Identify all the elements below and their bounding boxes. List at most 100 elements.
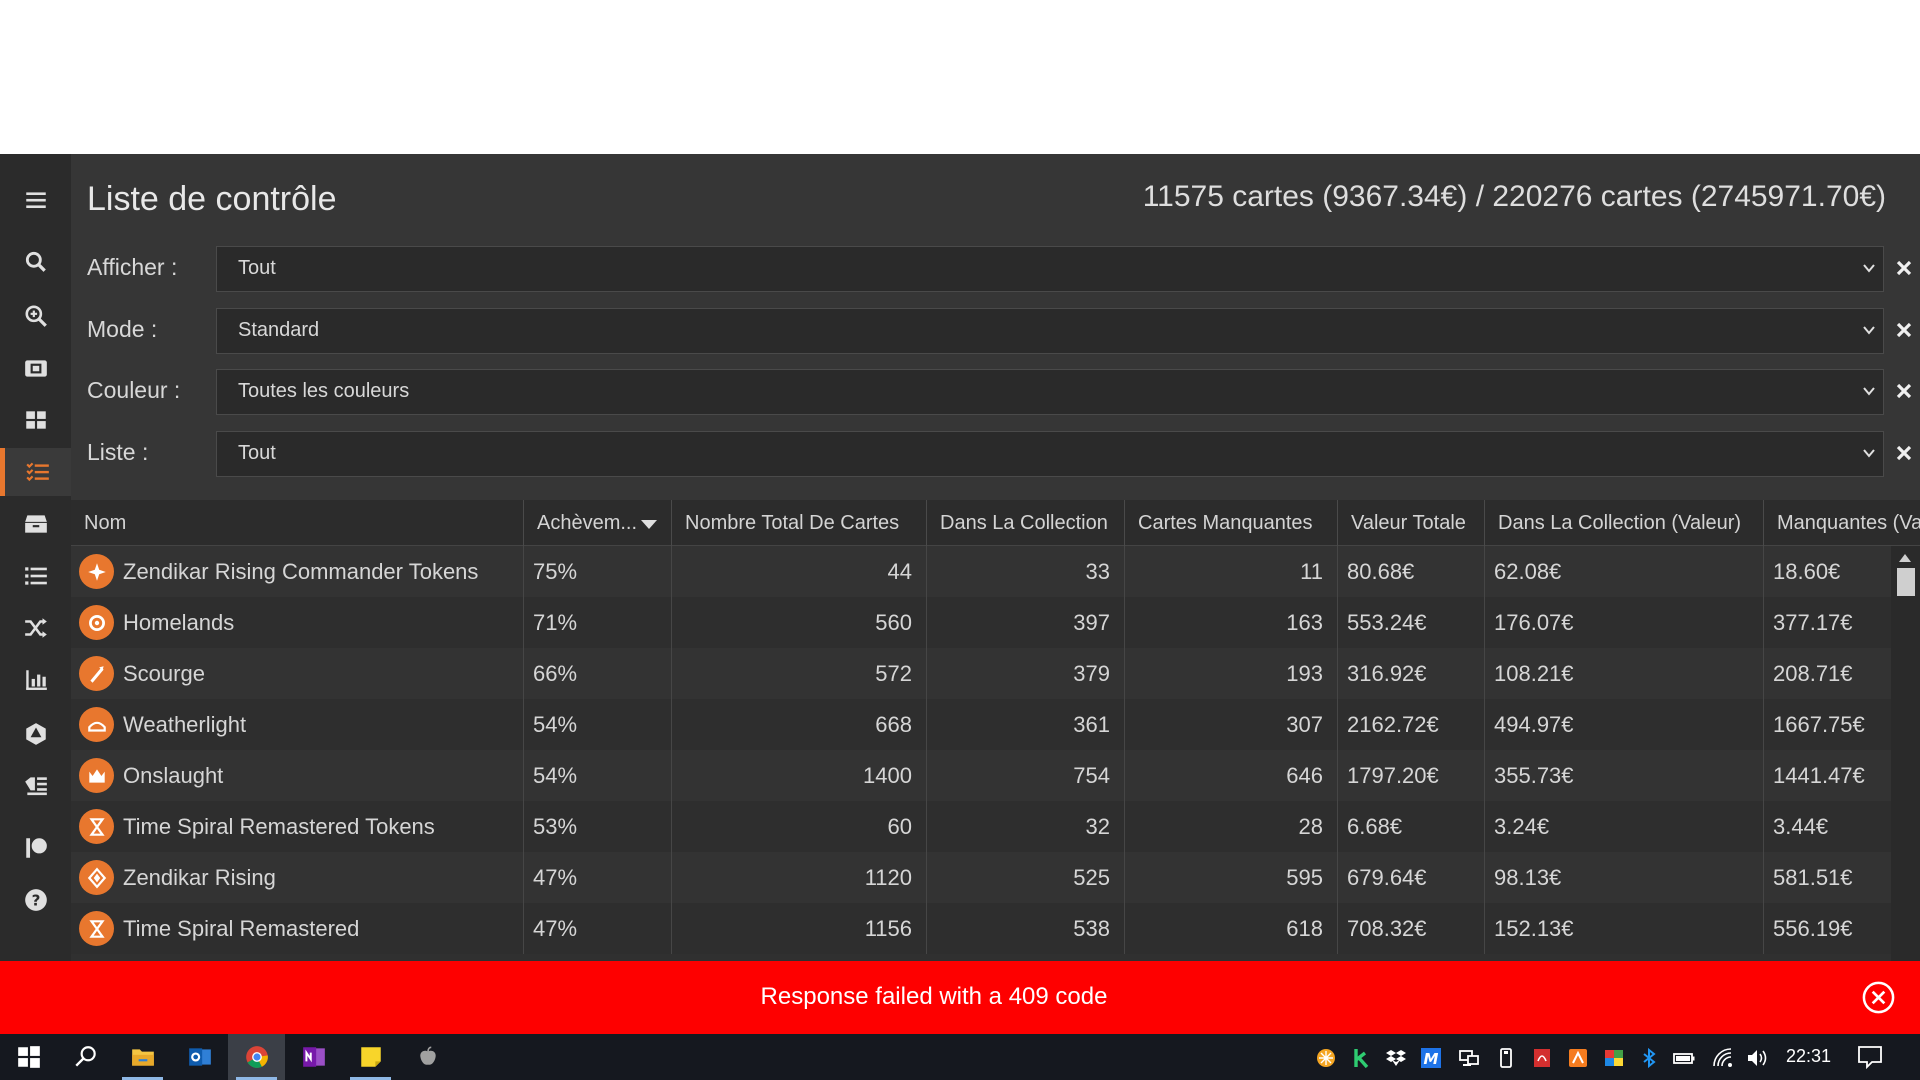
column-header-nom[interactable]: Nom: [71, 500, 524, 546]
total-value-cell: 2162.72€: [1338, 699, 1485, 750]
sidebar-item-search[interactable]: [0, 238, 71, 286]
clear-mode-button[interactable]: [1892, 318, 1916, 342]
missing-value-cell: 556.19€: [1773, 916, 1853, 941]
sidebar-item-prices[interactable]: [0, 762, 71, 810]
table-row[interactable]: Time Spiral Remastered 47% 1156 538 618 …: [71, 903, 1891, 954]
dropbox-icon[interactable]: [1385, 1047, 1407, 1069]
missing-cell: 307: [1125, 699, 1338, 750]
in-collection-cell: 538: [927, 903, 1125, 954]
column-header-missing-value[interactable]: Manquantes (Val: [1764, 500, 1920, 546]
usb-drive-icon[interactable]: [1495, 1047, 1517, 1069]
sidebar-item-shuffle[interactable]: [0, 604, 71, 652]
sidebar-item-statistics[interactable]: [0, 656, 71, 704]
menu-button[interactable]: [0, 176, 71, 224]
missing-value-cell: 377.17€: [1773, 610, 1853, 635]
orange-app-icon[interactable]: [1567, 1047, 1589, 1069]
pdf-app-icon[interactable]: [1531, 1047, 1553, 1069]
table-row[interactable]: Zendikar Rising Commander Tokens 75% 44 …: [71, 546, 1891, 597]
table-row[interactable]: Time Spiral Remastered Tokens 53% 60 32 …: [71, 801, 1891, 852]
total-cards-cell: 1120: [672, 852, 927, 903]
set-symbol-icon: [79, 554, 114, 589]
taskbar-search-button[interactable]: [57, 1034, 114, 1080]
bluetooth-icon[interactable]: [1638, 1047, 1660, 1069]
battery-icon[interactable]: [1673, 1047, 1695, 1069]
scrollbar-thumb[interactable]: [1897, 568, 1915, 596]
missing-cell: 28: [1125, 801, 1338, 852]
taskbar-file-explorer[interactable]: [114, 1034, 171, 1080]
column-header-completion[interactable]: Achèvem...: [524, 500, 672, 546]
sidebar-item-boxes[interactable]: [0, 500, 71, 548]
column-header-collection-value[interactable]: Dans La Collection (Valeur): [1485, 500, 1764, 546]
taskbar-app[interactable]: [399, 1034, 456, 1080]
sidebar-item-dice[interactable]: [0, 710, 71, 758]
clear-couleur-button[interactable]: [1892, 379, 1916, 403]
filter-value: Toutes les couleurs: [238, 380, 410, 402]
completion-cell: 54%: [524, 750, 672, 801]
missing-value-cell: 1441.47€: [1773, 763, 1865, 788]
notification-center-icon[interactable]: [1856, 1044, 1884, 1070]
help-icon: ?: [24, 889, 47, 911]
close-icon: [1896, 260, 1912, 276]
column-header-missing[interactable]: Cartes Manquantes: [1125, 500, 1338, 546]
sidebar-item-help[interactable]: ?: [0, 876, 71, 924]
tray-app-icon[interactable]: [1315, 1047, 1337, 1069]
collection-value-cell: 62.08€: [1485, 546, 1764, 597]
network-monitor-icon[interactable]: [1458, 1047, 1480, 1069]
column-header-total-cards[interactable]: Nombre Total De Cartes: [672, 500, 927, 546]
afficher-select[interactable]: Tout: [216, 246, 1884, 292]
volume-icon[interactable]: [1746, 1047, 1768, 1069]
browser-blank-area: [0, 0, 1920, 154]
bar-chart-icon: [25, 670, 47, 690]
close-circle-icon[interactable]: [1861, 980, 1896, 1015]
clear-liste-button[interactable]: [1892, 441, 1916, 465]
completion-cell: 66%: [524, 648, 672, 699]
couleur-select[interactable]: Toutes les couleurs: [216, 369, 1884, 415]
column-header-total-value[interactable]: Valeur Totale: [1338, 500, 1485, 546]
filter-label: Liste :: [87, 439, 149, 465]
start-button[interactable]: [0, 1034, 57, 1080]
sidebar-item-zoom[interactable]: [0, 292, 71, 340]
total-value-cell: 80.68€: [1338, 546, 1485, 597]
collection-value-cell: 355.73€: [1485, 750, 1764, 801]
missing-value-cell: 581.51€: [1773, 865, 1853, 890]
liste-select[interactable]: Tout: [216, 431, 1884, 477]
set-name: Zendikar Rising: [123, 865, 276, 890]
sidebar-item-list[interactable]: [0, 552, 71, 600]
set-symbol-icon: [79, 605, 114, 640]
svg-text:?: ?: [31, 891, 40, 909]
missing-cell: 193: [1125, 648, 1338, 699]
taskbar-onenote[interactable]: [285, 1034, 342, 1080]
table-header: Nom Achèvem... Nombre Total De Cartes Da…: [71, 500, 1920, 546]
table-row[interactable]: Scourge 66% 572 379 193 316.92€ 108.21€ …: [71, 648, 1891, 699]
taskbar-outlook[interactable]: [171, 1034, 228, 1080]
table-row[interactable]: Zendikar Rising 47% 1120 525 595 679.64€…: [71, 852, 1891, 903]
sidebar-item-checklist[interactable]: [0, 448, 71, 496]
table-row[interactable]: Onslaught 54% 1400 754 646 1797.20€ 355.…: [71, 750, 1891, 801]
taskbar-clock[interactable]: 22:31: [1786, 1046, 1831, 1067]
sidebar-item-scanner[interactable]: [0, 344, 71, 392]
missing-value-cell: 3.44€: [1773, 814, 1829, 839]
sticky-notes-icon: [360, 1047, 381, 1067]
taskbar-sticky-notes[interactable]: [342, 1034, 399, 1080]
missing-value-cell: 1667.75€: [1773, 712, 1865, 737]
close-icon: [1896, 322, 1912, 338]
sidebar-item-patreon[interactable]: [0, 824, 71, 872]
table-row[interactable]: Homelands 71% 560 397 163 553.24€ 176.07…: [71, 597, 1891, 648]
table-scrollbar[interactable]: [1891, 546, 1920, 961]
table-row[interactable]: Weatherlight 54% 668 361 307 2162.72€ 49…: [71, 699, 1891, 750]
filter-value: Tout: [238, 442, 276, 464]
tray-m-icon[interactable]: M: [1420, 1047, 1442, 1069]
column-header-in-collection[interactable]: Dans La Collection: [927, 500, 1125, 546]
taskbar-chrome[interactable]: [228, 1034, 285, 1080]
colorful-app-icon[interactable]: [1603, 1047, 1625, 1069]
scroll-up-icon[interactable]: [1899, 554, 1911, 562]
svg-text:M: M: [1424, 1050, 1439, 1068]
in-collection-cell: 397: [927, 597, 1125, 648]
sidebar-item-grid[interactable]: [0, 396, 71, 444]
clear-afficher-button[interactable]: [1892, 256, 1916, 280]
wifi-icon[interactable]: [1712, 1047, 1734, 1069]
missing-value-cell: 208.71€: [1773, 661, 1853, 686]
mode-select[interactable]: Standard: [216, 308, 1884, 354]
box-icon: [24, 515, 47, 533]
tray-k-icon[interactable]: [1351, 1047, 1373, 1069]
